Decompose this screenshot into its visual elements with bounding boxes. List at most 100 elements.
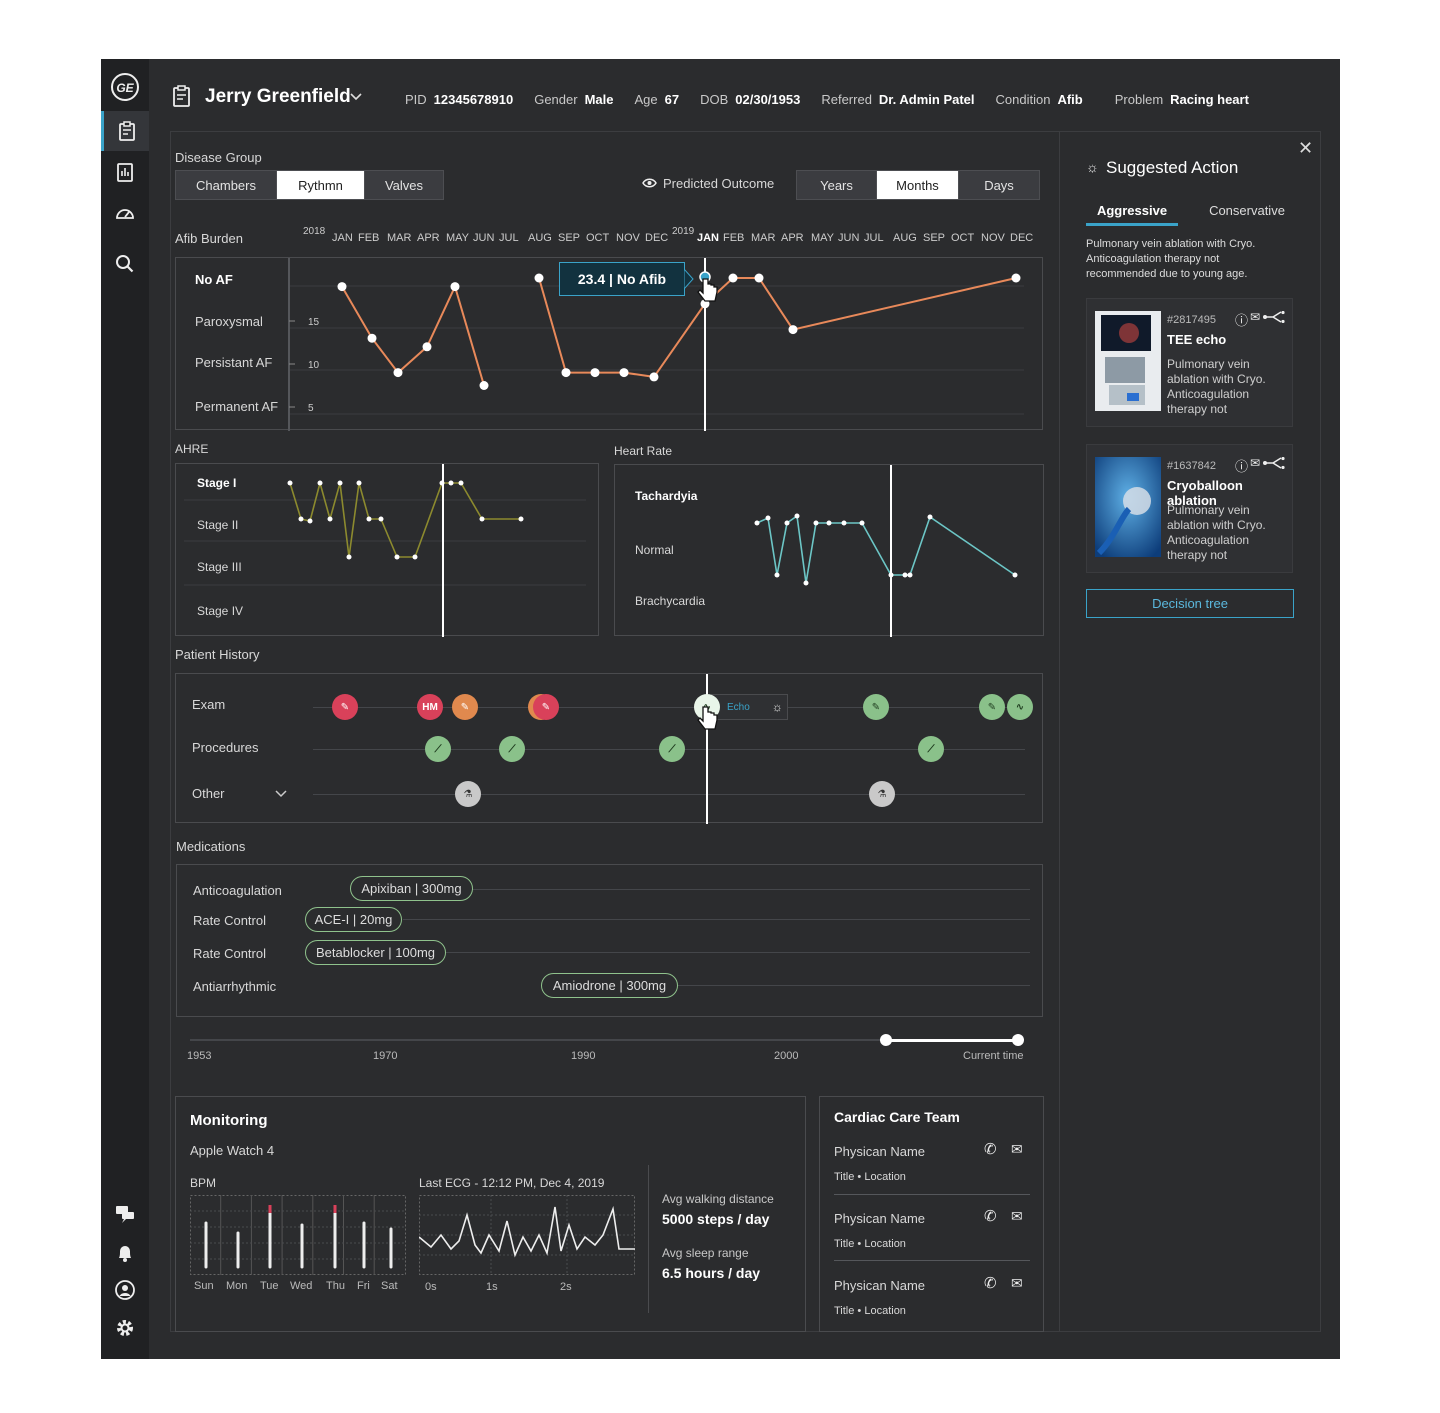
gear-icon[interactable] bbox=[101, 1308, 149, 1348]
procedure-scalpel-icon[interactable]: ⟋ bbox=[425, 736, 451, 762]
afib-point bbox=[534, 273, 544, 283]
med-pill-apixiban[interactable]: Apixiban | 300mg bbox=[350, 876, 473, 901]
other-chevron-icon[interactable] bbox=[274, 789, 288, 799]
ahre-point bbox=[298, 516, 304, 522]
ge-logo-icon[interactable]: GE bbox=[101, 67, 149, 107]
share-icon[interactable] bbox=[1263, 311, 1287, 323]
tab-rythmn[interactable]: Rythmn bbox=[277, 171, 365, 199]
tab-chambers[interactable]: Chambers bbox=[176, 171, 277, 199]
nav-rail: GE bbox=[101, 59, 149, 1359]
hr-series-line bbox=[756, 514, 1016, 584]
afib-point bbox=[367, 333, 377, 343]
exam-hm-badge[interactable]: HM bbox=[417, 694, 443, 720]
bpm-day-label: Sat bbox=[381, 1280, 398, 1292]
predicted-outcome-label[interactable]: Predicted Outcome bbox=[663, 176, 774, 191]
care-member-name[interactable]: Physican Name bbox=[834, 1211, 925, 1226]
other-track bbox=[313, 794, 1025, 795]
month-label: JAN bbox=[332, 232, 353, 244]
info-icon[interactable]: ⓘ bbox=[1235, 456, 1248, 475]
exam-pen-icon[interactable]: ✎ bbox=[452, 694, 478, 720]
timeline-end-handle[interactable] bbox=[1012, 1034, 1024, 1046]
med-track bbox=[677, 985, 1030, 986]
search-icon[interactable] bbox=[101, 244, 149, 284]
chat-icon[interactable] bbox=[101, 1194, 149, 1234]
procedure-scalpel-icon[interactable]: ⟋ bbox=[659, 736, 685, 762]
mail-icon[interactable]: ✉ bbox=[1011, 1141, 1023, 1158]
month-axis: JAN FEB MAR APR MAY JUN JUL AUG SEP OCT NOV DEC JAN F… bbox=[101, 232, 1101, 246]
timeline-range-fill bbox=[885, 1039, 1018, 1042]
procedure-scalpel-icon[interactable]: ⟋ bbox=[499, 736, 525, 762]
phone-icon[interactable]: ✆ bbox=[984, 1140, 997, 1158]
suggestion-card[interactable]: #1637842 Cryoballoon ablation Pulmonary … bbox=[1086, 444, 1293, 573]
month-label: AUG bbox=[893, 232, 917, 244]
mail-icon[interactable]: ✉ bbox=[1250, 310, 1260, 324]
ahre-line-chart[interactable] bbox=[176, 464, 600, 637]
hand-cursor-icon bbox=[697, 278, 718, 302]
tab-aggressive[interactable]: Aggressive bbox=[1086, 203, 1178, 218]
card-id: #1637842 bbox=[1167, 460, 1216, 472]
report-icon[interactable] bbox=[101, 152, 149, 192]
med-pill-ace-i[interactable]: ACE-I | 20mg bbox=[305, 907, 402, 932]
bpm-frame bbox=[190, 1195, 406, 1275]
bpm-label: BPM bbox=[190, 1176, 217, 1190]
hr-point bbox=[826, 520, 832, 526]
exam-pen-icon[interactable]: ✎ bbox=[863, 694, 889, 720]
mail-icon[interactable]: ✉ bbox=[1011, 1275, 1023, 1292]
med-track bbox=[403, 919, 1030, 920]
chevron-down-icon[interactable] bbox=[349, 90, 363, 105]
tab-days[interactable]: Days bbox=[959, 171, 1039, 199]
timeline-start-handle[interactable] bbox=[879, 1034, 892, 1046]
mail-icon[interactable]: ✉ bbox=[1250, 456, 1260, 470]
med-label-rate-control: Rate Control bbox=[193, 946, 266, 961]
patient-name[interactable]: Jerry Greenfield bbox=[205, 86, 351, 108]
afib-point bbox=[754, 273, 764, 283]
exam-pen-icon[interactable]: ✎ bbox=[332, 694, 358, 720]
echo-popover[interactable]: Echo ☼ bbox=[711, 694, 788, 720]
decision-tree-button[interactable]: Decision tree bbox=[1086, 589, 1294, 618]
app-window: GE Jerry Greenfield PID 12345678910 Gend… bbox=[101, 59, 1340, 1359]
sparkle-icon[interactable]: ☼ bbox=[772, 700, 783, 714]
med-track bbox=[443, 952, 1030, 953]
month-label: SEP bbox=[923, 232, 946, 244]
tab-years[interactable]: Years bbox=[797, 171, 877, 199]
bpm-day-label: Thu bbox=[326, 1280, 345, 1292]
afib-point bbox=[422, 342, 432, 352]
med-pill-amiodrone[interactable]: Amiodrone | 300mg bbox=[541, 973, 678, 998]
suggestion-card[interactable]: #2817495 TEE echo Pulmonary vein ablatio… bbox=[1086, 298, 1293, 427]
med-pill-betablocker[interactable]: Betablocker | 100mg bbox=[305, 940, 446, 965]
bell-icon[interactable] bbox=[101, 1233, 149, 1273]
tab-conservative[interactable]: Conservative bbox=[1201, 203, 1293, 218]
exam-pulse-icon[interactable]: ∿ bbox=[1007, 694, 1033, 720]
hr-point bbox=[907, 572, 913, 578]
close-icon[interactable]: ✕ bbox=[1298, 138, 1313, 159]
ecg-chart[interactable] bbox=[419, 1195, 635, 1275]
care-member-name[interactable]: Physican Name bbox=[834, 1278, 925, 1293]
ahre-point bbox=[366, 516, 372, 522]
care-member-name[interactable]: Physican Name bbox=[834, 1144, 925, 1159]
bpm-chart[interactable] bbox=[190, 1195, 406, 1275]
lab-flask-icon[interactable]: ⚗ bbox=[869, 781, 895, 807]
dob-label: DOB bbox=[700, 92, 729, 107]
info-icon[interactable]: ⓘ bbox=[1235, 310, 1248, 329]
phone-icon[interactable]: ✆ bbox=[984, 1207, 997, 1225]
lab-flask-icon[interactable]: ⚗ bbox=[455, 781, 481, 807]
heart-rate-line-chart[interactable] bbox=[615, 465, 1045, 637]
dashboard-gauge-icon[interactable] bbox=[101, 193, 149, 233]
phone-icon[interactable]: ✆ bbox=[984, 1274, 997, 1292]
tooltip-arrow bbox=[684, 269, 694, 289]
share-icon[interactable] bbox=[1263, 457, 1287, 469]
timeline-tick-1970: 1970 bbox=[373, 1050, 398, 1062]
month-label: SEP bbox=[558, 232, 581, 244]
eye-icon bbox=[642, 177, 657, 192]
clipboard-icon[interactable] bbox=[101, 111, 149, 151]
mail-icon[interactable]: ✉ bbox=[1011, 1208, 1023, 1225]
tab-months[interactable]: Months bbox=[877, 171, 959, 199]
user-profile-icon[interactable] bbox=[101, 1270, 149, 1310]
ahre-point bbox=[479, 516, 485, 522]
exam-pen-icon[interactable]: ✎ bbox=[533, 694, 559, 720]
tab-valves[interactable]: Valves bbox=[365, 171, 443, 199]
exam-pen-icon[interactable]: ✎ bbox=[979, 694, 1005, 720]
bpm-day-label: Tue bbox=[260, 1280, 279, 1292]
procedure-scalpel-icon[interactable]: ⟋ bbox=[918, 736, 944, 762]
med-label-rate-control: Rate Control bbox=[193, 913, 266, 928]
